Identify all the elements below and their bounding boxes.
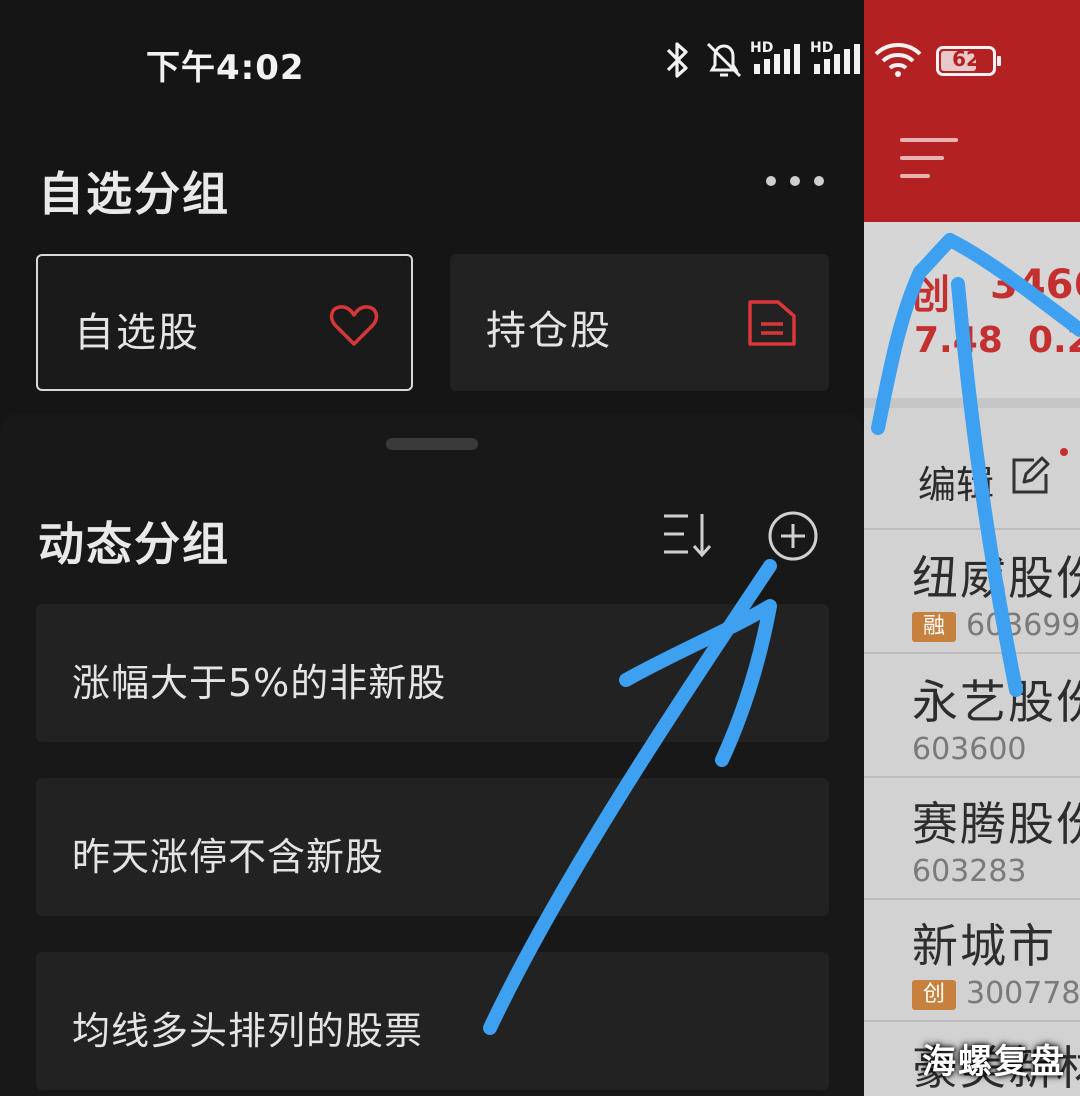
index-strip[interactable]: 创 3466. 7.48 0.2 — [864, 222, 1080, 398]
menu-icon[interactable] — [900, 138, 958, 180]
index-change: 7.48 — [914, 320, 1003, 361]
card-label: 自选股 — [74, 310, 200, 356]
stock-code: 603600 — [912, 732, 1027, 767]
stock-row[interactable]: 新城市 创 300778 — [864, 900, 1080, 1022]
silent-bell-icon — [706, 42, 742, 78]
stock-name: 新城市 — [912, 919, 1056, 973]
stock-code: 603699 — [966, 608, 1080, 643]
stock-row[interactable]: 永艺股份 603600 — [864, 656, 1080, 778]
status-bar: 下午4:02 HD HD 62 — [0, 0, 1080, 120]
gem-tag: 创 — [912, 980, 956, 1010]
bluetooth-icon — [666, 42, 688, 78]
heart-icon — [329, 305, 379, 346]
watermark-text: 海螺复盘 — [922, 1042, 1066, 1082]
stock-name: 永艺股份 — [912, 675, 1080, 729]
dynamic-section-title: 动态分组 — [38, 517, 230, 571]
stock-name: 纽威股份 — [912, 551, 1080, 605]
card-holdings[interactable]: 持仓股 — [450, 254, 829, 391]
card-favorite-stocks[interactable]: 自选股 — [36, 254, 413, 391]
dynamic-group-row[interactable]: 昨天涨停不含新股 — [36, 778, 829, 916]
group-label: 昨天涨停不含新股 — [72, 835, 385, 879]
signal-icon — [754, 44, 800, 74]
sort-icon[interactable] — [662, 512, 716, 558]
main-panel[interactable]: 创 3466. 7.48 0.2 编辑 纽威股份 融 603699 永艺股份 6… — [864, 0, 1080, 1096]
stock-code: 300778 — [966, 976, 1080, 1011]
favorites-section-title: 自选分组 — [38, 167, 230, 221]
edit-icon[interactable] — [1010, 456, 1050, 496]
margin-tag: 融 — [912, 612, 956, 642]
index-name: 创 — [910, 272, 950, 318]
index-percent: 0.2 — [1028, 320, 1080, 361]
dynamic-group-row[interactable]: 均线多头排列的股票 — [36, 952, 829, 1090]
dynamic-group-row[interactable]: 涨幅大于5%的非新股 — [36, 604, 829, 742]
stock-code: 603283 — [912, 854, 1027, 889]
signal-icon — [814, 44, 860, 74]
group-label: 均线多头排列的股票 — [72, 1009, 424, 1053]
sheet-drag-handle[interactable] — [386, 438, 478, 450]
index-value: 3466. — [990, 262, 1080, 308]
document-icon — [748, 300, 796, 346]
stock-row[interactable]: 赛腾股份 603283 — [864, 778, 1080, 900]
edit-button[interactable]: 编辑 — [918, 454, 994, 509]
add-group-icon[interactable] — [767, 510, 819, 562]
group-drawer: 自选分组 自选股 持仓股 动态分组 涨幅大于5%的非新股 昨天涨停不含新股 均线… — [0, 0, 864, 1096]
notification-dot — [1060, 448, 1068, 456]
battery-icon: 62 — [936, 46, 1001, 76]
card-label: 持仓股 — [486, 308, 612, 354]
group-label: 涨幅大于5%的非新股 — [72, 661, 447, 705]
battery-level: 62 — [952, 47, 980, 71]
clock: 下午4:02 — [146, 48, 305, 88]
more-options-icon[interactable] — [766, 176, 826, 190]
edit-row: 编辑 — [864, 398, 1080, 530]
stock-name: 赛腾股份 — [912, 797, 1080, 851]
wifi-icon — [874, 43, 922, 77]
stock-row[interactable]: 纽威股份 融 603699 — [864, 532, 1080, 654]
